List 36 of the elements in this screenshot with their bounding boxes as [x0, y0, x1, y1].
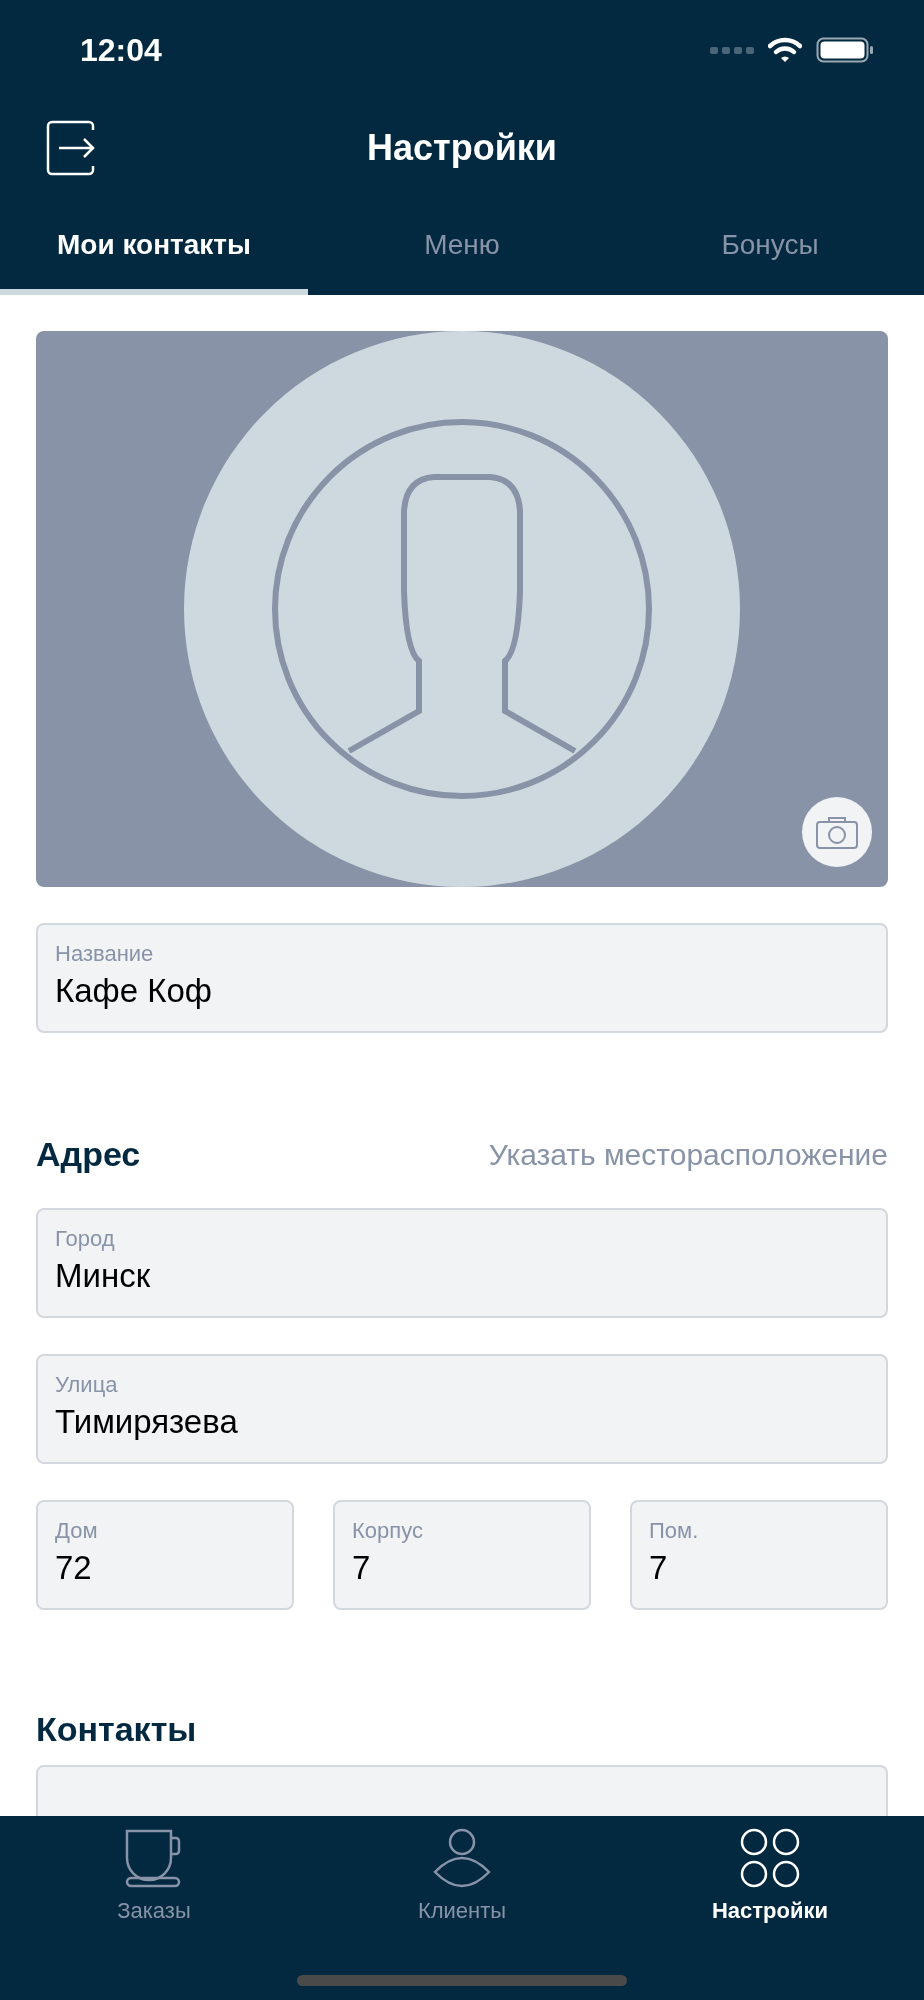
wifi-icon: [768, 37, 802, 63]
person-icon: [433, 1828, 491, 1888]
input-field[interactable]: Дом 72: [36, 1500, 294, 1610]
tab[interactable]: Мои контакты: [0, 195, 308, 295]
bottom-tab[interactable]: Клиенты: [308, 1816, 616, 1936]
battery-icon: [816, 37, 874, 63]
field-label: Улица: [55, 1371, 119, 1399]
section-title: Адрес: [36, 1134, 141, 1175]
field-label: Название: [55, 940, 155, 968]
input-field[interactable]: Корпус 7: [333, 1500, 591, 1610]
field-value: Минск: [55, 1256, 152, 1296]
tab[interactable]: Бонусы: [616, 195, 924, 295]
input-field[interactable]: Город Минск: [36, 1208, 888, 1318]
exit-icon: [46, 119, 96, 176]
camera-icon: [815, 814, 859, 850]
field-value: Тимирязева: [55, 1402, 239, 1442]
tab[interactable]: Меню: [308, 195, 616, 295]
status-time: 12:04: [80, 31, 162, 70]
field-label: Дом: [55, 1517, 99, 1545]
logout-button[interactable]: [46, 119, 96, 176]
input-field[interactable]: Улица Тимирязева: [36, 1354, 888, 1464]
field-value: 72: [55, 1548, 93, 1588]
bottom-tab[interactable]: Заказы: [0, 1816, 308, 1936]
input-field[interactable]: Название Кафе Коф: [36, 923, 888, 1033]
input-field[interactable]: Пом. 7: [630, 1500, 888, 1610]
field-value: 7: [352, 1548, 372, 1588]
bottom-tab[interactable]: Настройки: [616, 1816, 924, 1936]
signal-icon: [710, 45, 754, 55]
field-value: Кафе Коф: [55, 971, 213, 1011]
field-label: Корпус: [352, 1517, 424, 1545]
field-label: Пом.: [649, 1517, 700, 1545]
section-title: Контакты: [36, 1709, 197, 1750]
field-value: 7: [649, 1548, 669, 1588]
grid-icon: [740, 1828, 800, 1888]
field-label: Город: [55, 1225, 116, 1253]
screen-title: Настройки: [367, 125, 557, 170]
